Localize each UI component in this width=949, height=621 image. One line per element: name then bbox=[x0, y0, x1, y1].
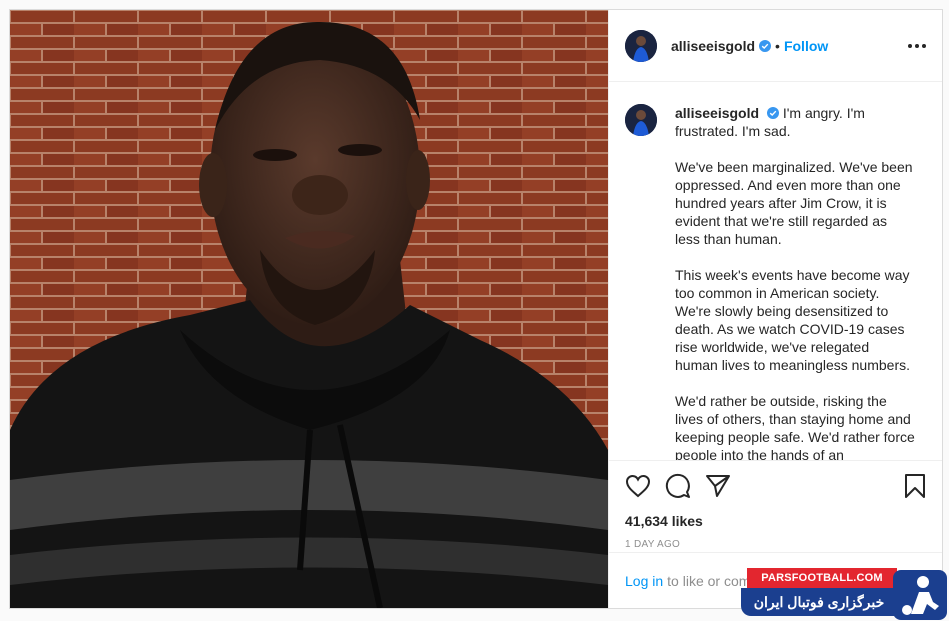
username[interactable]: alliseeisgold bbox=[671, 38, 755, 54]
save-button[interactable] bbox=[886, 466, 926, 506]
comment-icon bbox=[665, 473, 690, 498]
post-photo-image bbox=[10, 10, 608, 608]
action-bar bbox=[625, 461, 926, 511]
watermark-site: PARSFOOTBALL.COM bbox=[747, 568, 897, 588]
paper-plane-icon bbox=[706, 475, 730, 497]
login-link[interactable]: Log in bbox=[625, 573, 663, 589]
caption-avatar[interactable] bbox=[625, 104, 657, 136]
caption: alliseeisgold I'm angry. I'm frustrated.… bbox=[609, 82, 942, 460]
like-button[interactable] bbox=[625, 466, 665, 506]
watermark-title: خبرگزاری فوتبال ایران bbox=[741, 588, 897, 616]
instagram-post: alliseeisgold • Follow alliseeisgold I'm… bbox=[9, 9, 943, 609]
avatar[interactable] bbox=[625, 29, 657, 62]
more-options-icon[interactable] bbox=[908, 43, 926, 48]
post-photo[interactable] bbox=[10, 10, 608, 608]
share-button[interactable] bbox=[705, 466, 745, 506]
caption-username[interactable]: alliseeisgold bbox=[675, 105, 759, 121]
caption-paragraph: This week's events have become way too c… bbox=[675, 267, 911, 373]
watermark-logo bbox=[893, 570, 947, 620]
verified-badge-icon bbox=[766, 107, 779, 119]
verified-badge-icon bbox=[759, 39, 772, 52]
heart-icon bbox=[625, 474, 651, 498]
post-sidebar: alliseeisgold • Follow alliseeisgold I'm… bbox=[608, 10, 942, 608]
follow-button[interactable]: Follow bbox=[784, 38, 828, 54]
comment-button[interactable] bbox=[665, 466, 705, 506]
post-date: 1 DAY AGO bbox=[625, 539, 681, 550]
watermark: PARSFOOTBALL.COM خبرگزاری فوتبال ایران bbox=[741, 568, 949, 621]
caption-paragraph: We've been marginalized. We've been oppr… bbox=[675, 159, 913, 247]
post-header: alliseeisgold • Follow bbox=[609, 10, 942, 82]
likes-count[interactable]: 41,634 likes bbox=[625, 513, 926, 529]
caption-paragraph: We'd rather be outside, risking the live… bbox=[675, 393, 915, 460]
separator-dot: • bbox=[775, 37, 780, 54]
caption-text: alliseeisgold I'm angry. I'm frustrated.… bbox=[675, 104, 915, 460]
bookmark-icon bbox=[905, 474, 925, 498]
